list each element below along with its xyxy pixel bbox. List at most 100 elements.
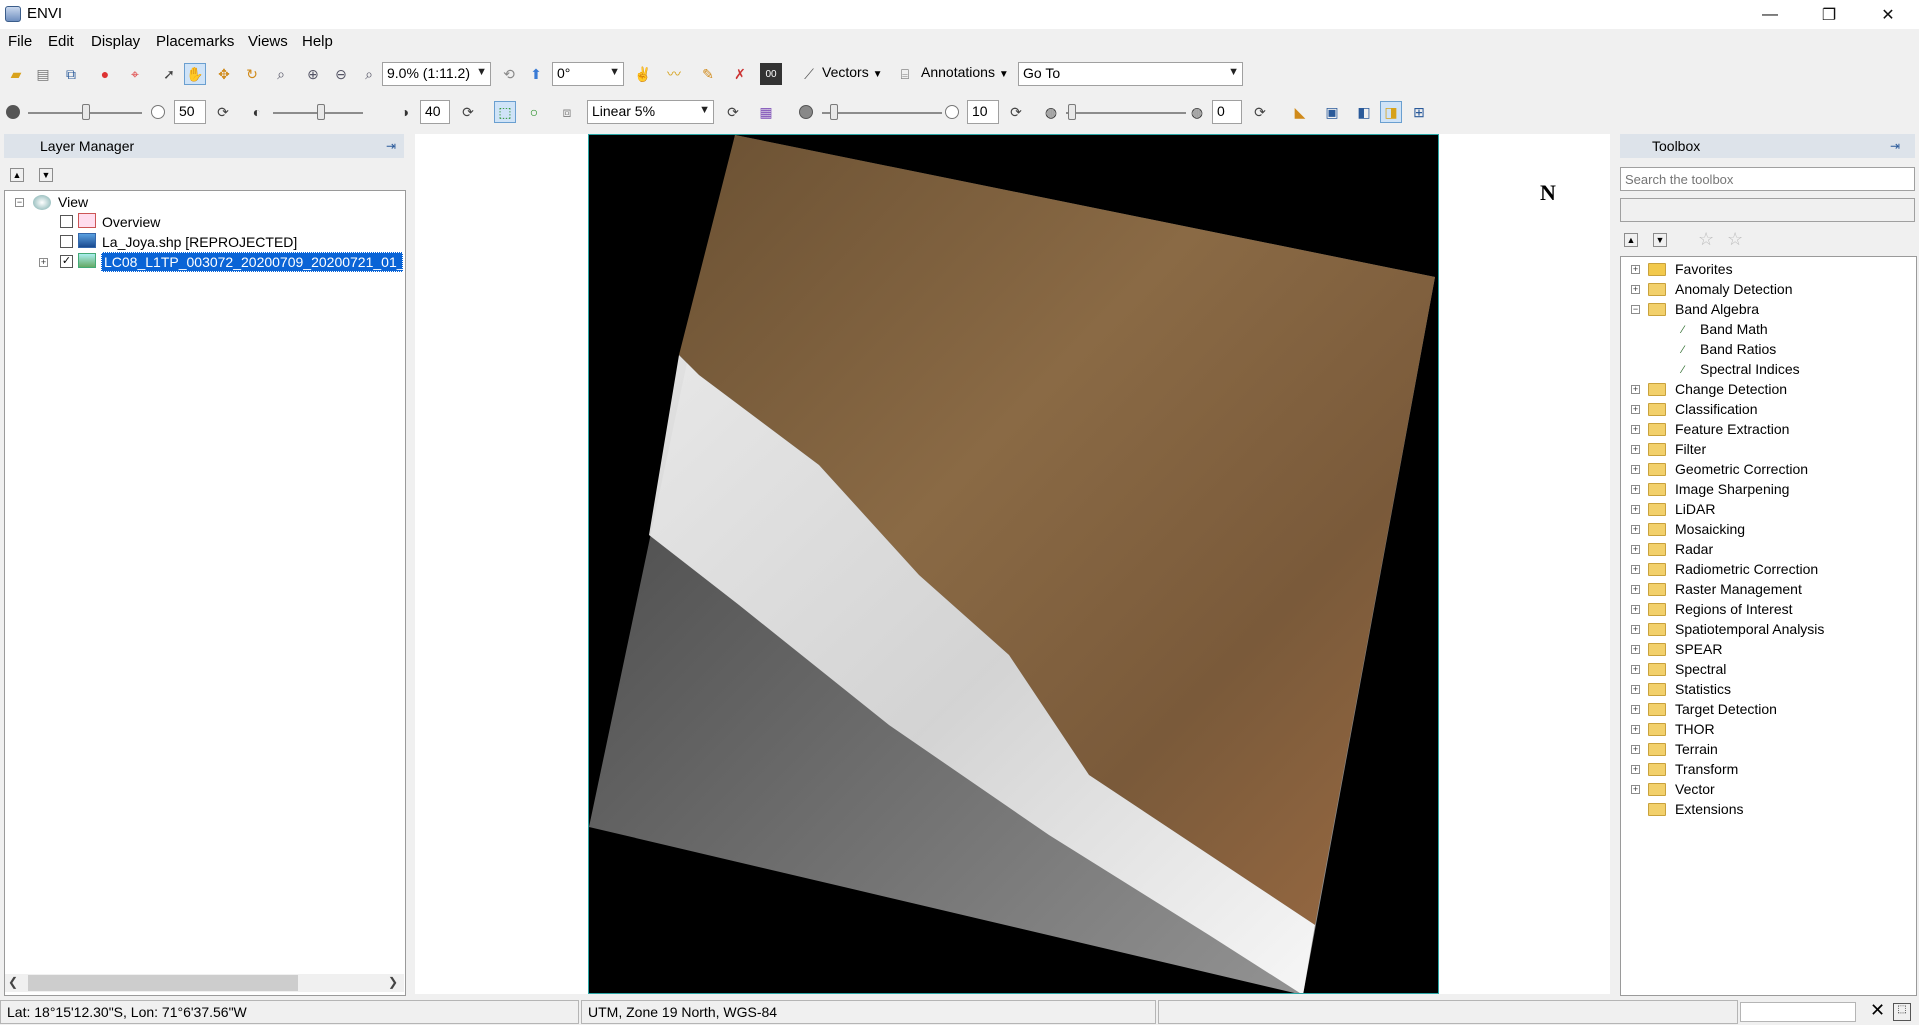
vectors-menu[interactable]: Vectors ▼	[822, 64, 883, 80]
reset-brightness-icon[interactable]: ⟳	[212, 101, 234, 123]
expand-folder-icon[interactable]: +	[1631, 565, 1640, 574]
zoom-full-icon[interactable]: ⌕	[358, 63, 380, 85]
swipe-icon[interactable]: ◨	[1380, 101, 1402, 123]
rotate-north-icon[interactable]: ⬆	[525, 63, 547, 85]
minimize-button[interactable]: —	[1741, 0, 1799, 29]
annotations-menu[interactable]: Annotations ▼	[921, 64, 1009, 80]
stretch-lock-icon[interactable]: ⧈	[556, 101, 578, 123]
annotations-icon[interactable]: ⌸	[894, 63, 916, 85]
expand-folder-icon[interactable]: +	[1631, 625, 1640, 634]
expand-folder-icon[interactable]: +	[1631, 745, 1640, 754]
expand-folder-icon[interactable]: +	[1631, 285, 1640, 294]
toolbox-search-input[interactable]	[1620, 167, 1915, 191]
expand-folder-icon[interactable]: +	[1631, 585, 1640, 594]
toolbox-folder-vector[interactable]: Vector	[1675, 781, 1715, 797]
sharpen-slider-thumb[interactable]	[830, 104, 838, 120]
raster-checkbox[interactable]: ✓	[60, 255, 73, 268]
sharpen-slider-track[interactable]	[822, 112, 942, 114]
toolbox-folder-spatiotemporal-analysis[interactable]: Spatiotemporal Analysis	[1675, 621, 1824, 637]
toolbox-folder-statistics[interactable]: Statistics	[1675, 681, 1731, 697]
expand-raster-icon[interactable]: +	[39, 258, 48, 267]
expand-folder-icon[interactable]: +	[1631, 445, 1640, 454]
expand-all-icon[interactable]: ▼	[39, 168, 53, 182]
open-file-icon[interactable]: ▰	[5, 63, 27, 85]
expand-folder-icon[interactable]: +	[1631, 765, 1640, 774]
expand-folder-icon[interactable]: +	[1631, 705, 1640, 714]
rotation-select[interactable]: 0° ▼	[552, 62, 624, 86]
toolbox-folder-spectral[interactable]: Spectral	[1675, 661, 1726, 677]
toolbox-collapse-icon[interactable]: ▲	[1624, 233, 1638, 247]
la-joya-checkbox[interactable]	[60, 235, 73, 248]
toolbox-folder-image-sharpening[interactable]: Image Sharpening	[1675, 481, 1789, 497]
roi-tool-icon[interactable]: ✗	[729, 63, 751, 85]
collapse-all-icon[interactable]: ▲	[10, 168, 24, 182]
toolbox-folder-extensions[interactable]: Extensions	[1675, 801, 1743, 817]
expand-folder-icon[interactable]: +	[1631, 605, 1640, 614]
expand-folder-icon[interactable]: +	[1631, 505, 1640, 514]
toolbox-folder-raster-management[interactable]: Raster Management	[1675, 581, 1802, 597]
toolbox-tool-band-ratios[interactable]: Band Ratios	[1700, 341, 1776, 357]
zoom-box-icon[interactable]: ⌕	[270, 63, 292, 85]
brightness-input[interactable]: 50	[174, 100, 206, 124]
blend-icon[interactable]: ▣	[1321, 101, 1343, 123]
toolbox-folder-feature-extraction[interactable]: Feature Extraction	[1675, 421, 1789, 437]
expand-folder-icon[interactable]: +	[1631, 665, 1640, 674]
menu-edit[interactable]: Edit	[48, 33, 74, 50]
expand-folder-icon[interactable]: +	[1631, 405, 1640, 414]
pixel-value-icon[interactable]: 00	[760, 63, 782, 85]
fly-icon[interactable]: ✥	[213, 63, 235, 85]
crosshair-cursor-icon[interactable]: ✌	[632, 63, 654, 85]
brightness-slider-thumb[interactable]	[82, 104, 90, 120]
chip-view-icon[interactable]: ⧉	[60, 63, 82, 85]
stretch-view-icon[interactable]: ○	[523, 101, 545, 123]
measure-icon[interactable]: ✎	[697, 63, 719, 85]
reset-contrast-icon[interactable]: ⟳	[457, 101, 479, 123]
toolbox-folder-classification[interactable]: Classification	[1675, 401, 1757, 417]
contrast-input[interactable]: 40	[420, 100, 450, 124]
image-frame[interactable]	[588, 134, 1439, 994]
spectral-profile-icon[interactable]: 〰	[663, 63, 685, 85]
expand-folder-icon[interactable]: +	[1631, 265, 1640, 274]
expand-folder-icon[interactable]: +	[1631, 525, 1640, 534]
toolbox-folder-band-algebra[interactable]: Band Algebra	[1675, 301, 1759, 317]
layer-la-joya[interactable]: La_Joya.shp [REPROJECTED]	[102, 234, 297, 250]
toolbox-expand-icon[interactable]: ▼	[1653, 233, 1667, 247]
expand-folder-icon[interactable]: +	[1631, 645, 1640, 654]
zoom-in-icon[interactable]: ⊕	[302, 63, 324, 85]
cancel-process-icon[interactable]: ✕	[1870, 1000, 1885, 1021]
dock-panel-icon[interactable]: ⇥	[380, 135, 402, 157]
zoom-out-icon[interactable]: ⊖	[330, 63, 352, 85]
view-layout-icon[interactable]: ⊞	[1408, 101, 1430, 123]
scroll-right-icon[interactable]: ❯	[388, 975, 398, 989]
expand-folder-icon[interactable]: +	[1631, 545, 1640, 554]
pan-hand-icon[interactable]: ✋	[184, 63, 206, 85]
toolbox-folder-lidar[interactable]: LiDAR	[1675, 501, 1715, 517]
toolbox-folder-terrain[interactable]: Terrain	[1675, 741, 1718, 757]
reset-transparency-icon[interactable]: ⟳	[1249, 101, 1271, 123]
expand-folder-icon[interactable]: +	[1631, 725, 1640, 734]
stretch-full-icon[interactable]: ⬚	[494, 101, 516, 123]
expand-folder-icon[interactable]: +	[1631, 425, 1640, 434]
toolbox-folder-geometric-correction[interactable]: Geometric Correction	[1675, 461, 1808, 477]
scrollbar-thumb[interactable]	[28, 975, 298, 991]
histogram-icon[interactable]: ▦	[755, 101, 777, 123]
rotate-left-icon[interactable]: ⟲	[498, 63, 520, 85]
select-arrow-icon[interactable]: ➚	[158, 63, 180, 85]
toolbox-folder-transform[interactable]: Transform	[1675, 761, 1738, 777]
menu-placemarks[interactable]: Placemarks	[156, 33, 234, 50]
transparency-slider-track[interactable]	[1066, 112, 1186, 114]
placemark-icon[interactable]: ●	[94, 63, 116, 85]
toolbox-folder-radar[interactable]: Radar	[1675, 541, 1713, 557]
stretch-select[interactable]: Linear 5% ▼	[587, 100, 714, 124]
toolbox-folder-anomaly-detection[interactable]: Anomaly Detection	[1675, 281, 1793, 297]
vectors-icon[interactable]: ⟋	[798, 63, 820, 85]
expand-folder-icon[interactable]: +	[1631, 385, 1640, 394]
reset-stretch-icon[interactable]: ⟳	[722, 101, 744, 123]
transparency-slider-thumb[interactable]	[1068, 104, 1076, 120]
flicker-icon[interactable]: ◧	[1353, 101, 1375, 123]
remove-favorite-icon[interactable]: ☆	[1727, 229, 1743, 250]
restore-button[interactable]: ❐	[1800, 0, 1858, 29]
toolbox-folder-change-detection[interactable]: Change Detection	[1675, 381, 1787, 397]
scroll-left-icon[interactable]: ❮	[8, 975, 18, 989]
expand-folder-icon[interactable]: +	[1631, 685, 1640, 694]
